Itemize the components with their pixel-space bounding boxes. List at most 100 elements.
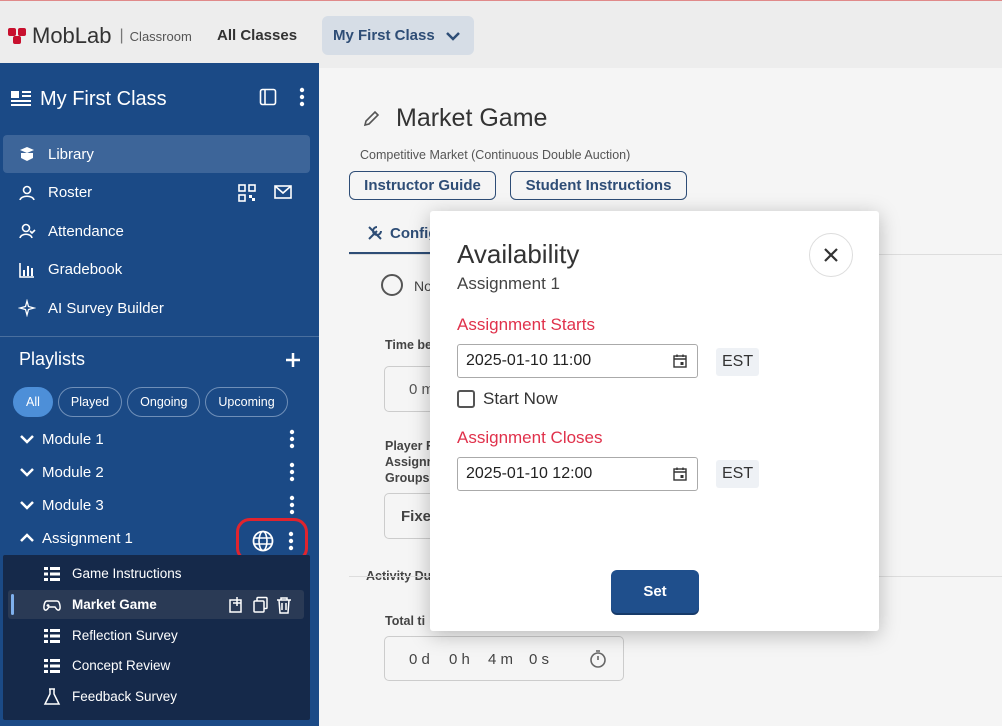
instructor-guide-button[interactable]: Instructor Guide [349, 171, 496, 200]
start-now-label: Start Now [483, 389, 558, 408]
duration-days: 0 d [409, 651, 430, 668]
list-item[interactable]: Reflection Survey [8, 621, 304, 650]
assignment-items-panel: Game Instructions Market Game Reflection… [3, 555, 310, 720]
all-classes-link[interactable]: All Classes [217, 27, 297, 44]
collapse-sidebar-icon[interactable] [259, 88, 277, 106]
module-item[interactable]: Module 3 [20, 491, 303, 519]
checkbox-box[interactable] [457, 390, 475, 408]
chevron-down-icon [445, 31, 460, 41]
move-icon[interactable] [228, 596, 246, 614]
sidebar-item-label: AI Survey Builder [48, 299, 164, 317]
playlists-label: Playlists [19, 349, 86, 369]
list-item-label: Feedback Survey [72, 689, 178, 704]
page-title: Market Game [396, 104, 548, 132]
sidebar-item-label: Attendance [48, 222, 124, 240]
moblab-logo[interactable]: MobLab | Classroom [8, 23, 192, 49]
globe-icon[interactable] [252, 530, 274, 552]
more-vertical-icon[interactable] [288, 531, 294, 551]
chip-played[interactable]: Played [57, 387, 123, 417]
gamepad-icon [43, 600, 61, 611]
list-item[interactable]: Game Instructions [8, 559, 304, 588]
playlist-filter-chips: All Played Ongoing Upcoming [13, 387, 288, 417]
timezone-badge: EST [716, 348, 760, 376]
fixed-select-value: Fixe [401, 508, 432, 525]
add-playlist-icon[interactable] [285, 352, 301, 368]
moblab-logo-icon [8, 26, 28, 46]
start-datetime-value: 2025-01-10 11:00 [466, 352, 592, 369]
module-label: Module 1 [42, 430, 104, 448]
calendar-icon[interactable] [673, 354, 687, 368]
sparkle-icon [18, 299, 36, 318]
tab-config[interactable]: Config [366, 224, 437, 242]
list-item[interactable]: Feedback Survey [8, 682, 304, 711]
sidebar-title: My First Class [40, 87, 167, 110]
more-vertical-icon[interactable] [289, 495, 295, 515]
duration-minutes: 4 m [488, 651, 514, 668]
set-button[interactable]: Set [611, 570, 699, 613]
chip-all[interactable]: All [13, 387, 53, 417]
start-now-checkbox[interactable]: Start Now [457, 389, 558, 409]
top-bar: MobLab | Classroom All Classes My First … [0, 0, 1002, 68]
sidebar-divider [0, 336, 319, 337]
list-item[interactable]: Concept Review [8, 651, 304, 680]
sidebar-item-attendance[interactable]: Attendance [3, 212, 310, 250]
list-item[interactable]: Market Game [8, 590, 304, 619]
trash-icon[interactable] [276, 596, 292, 614]
sidebar-item-ai-survey-builder[interactable]: AI Survey Builder [3, 289, 310, 327]
duration-hours: 0 h [449, 651, 470, 668]
list-item-label: Concept Review [72, 658, 171, 673]
roster-icon [18, 184, 36, 202]
list-icon [44, 659, 60, 673]
sidebar-item-gradebook[interactable]: Gradebook [3, 251, 310, 289]
module-item[interactable]: Module 1 [20, 425, 303, 453]
close-icon [824, 248, 838, 262]
time-between-label: Time be [385, 338, 433, 352]
dialog-subtitle: Assignment 1 [457, 274, 560, 293]
calendar-icon[interactable] [673, 467, 687, 481]
copy-icon[interactable] [252, 596, 270, 614]
player-label-line1: Player R [385, 439, 436, 453]
attendance-icon [18, 222, 36, 240]
sidebar-item-label: Gradebook [48, 261, 123, 279]
total-time-input[interactable]: 0 d 0 h 4 m 0 s [384, 636, 624, 681]
start-datetime-input[interactable]: 2025-01-10 11:00 [457, 344, 698, 378]
chip-ongoing[interactable]: Ongoing [127, 387, 201, 417]
assignment-starts-label: Assignment Starts [457, 315, 595, 334]
sidebar-item-library[interactable]: Library [3, 135, 310, 173]
sidebar-header: My First Class [10, 87, 305, 111]
dialog-title: Availability [457, 239, 580, 269]
more-vertical-icon[interactable] [289, 429, 295, 449]
class-icon [11, 91, 31, 106]
more-vertical-icon[interactable] [289, 462, 295, 482]
list-icon [44, 567, 60, 581]
pencil-icon[interactable] [362, 108, 382, 128]
chevron-down-icon [20, 434, 36, 444]
list-item-label: Reflection Survey [72, 628, 178, 643]
more-vertical-icon[interactable] [299, 87, 305, 107]
chevron-up-icon [20, 533, 36, 543]
class-selector[interactable]: My First Class [322, 16, 474, 55]
sidebar-item-label: Roster [48, 184, 93, 202]
availability-dialog: Availability Assignment 1 Assignment Sta… [430, 211, 879, 631]
total-time-label: Total ti [385, 614, 426, 628]
assignment-closes-label: Assignment Closes [457, 428, 603, 447]
sidebar: My First Class Library Roster Attendance… [0, 63, 319, 726]
gradebook-icon [18, 261, 36, 279]
list-item-label: Game Instructions [72, 566, 182, 581]
sidebar-item-roster[interactable]: Roster [3, 174, 310, 212]
module-item[interactable]: Module 2 [20, 458, 303, 486]
close-button[interactable] [809, 233, 853, 277]
radio-button[interactable] [381, 274, 403, 296]
chip-upcoming[interactable]: Upcoming [205, 387, 288, 417]
chevron-down-icon [20, 467, 36, 477]
module-label: Module 2 [42, 463, 104, 481]
student-instructions-button[interactable]: Student Instructions [510, 171, 687, 200]
mail-icon[interactable] [274, 184, 292, 200]
sidebar-item-label: Library [48, 145, 94, 163]
player-label-line3: Groups [385, 471, 430, 485]
close-datetime-input[interactable]: 2025-01-10 12:00 [457, 457, 698, 491]
active-indicator [11, 594, 14, 615]
class-selector-label: My First Class [333, 27, 435, 44]
qr-code-icon[interactable] [238, 183, 256, 202]
playlists-header: Playlists [19, 349, 301, 370]
